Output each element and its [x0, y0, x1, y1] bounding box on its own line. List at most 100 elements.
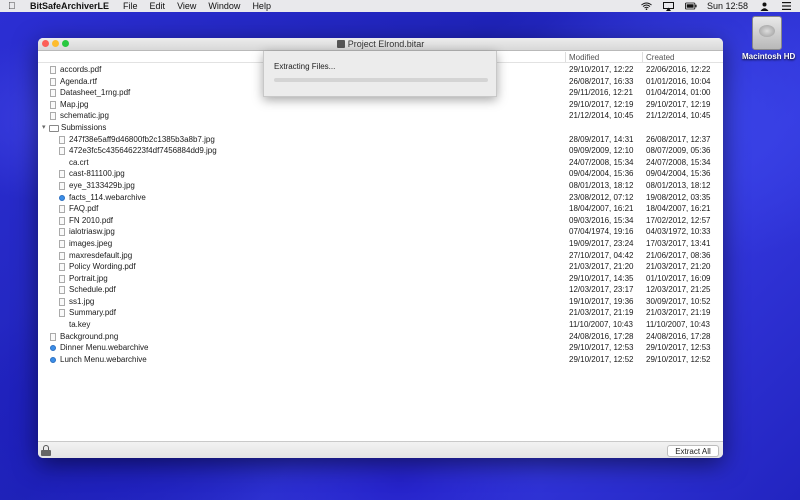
file-name: FN 2010.pdf — [69, 215, 114, 225]
file-row[interactable]: 247f38e5aff9d46800fb2c1385b3a8b7.jpg 28/0… — [38, 134, 723, 146]
desktop-hd[interactable]: Macintosh HD — [742, 16, 796, 61]
file-created: 08/01/2013, 18:12 — [646, 180, 711, 190]
file-modified: 24/08/2016, 17:28 — [569, 331, 634, 341]
archive-window: Project Elrond.bitar Modified Created ac… — [38, 38, 723, 458]
user-icon[interactable] — [758, 2, 770, 11]
file-icon — [59, 321, 65, 329]
menu-clock[interactable]: Sun 12:58 — [707, 1, 748, 11]
file-created: 19/08/2012, 03:35 — [646, 192, 711, 202]
apple-menu-icon[interactable]:  — [8, 1, 20, 12]
list-menu-icon[interactable] — [780, 2, 792, 11]
extract-progress-sheet: Extracting Files... — [263, 51, 497, 97]
file-row[interactable]: Policy Wording.pdf 21/03/2017, 21:20 21/03… — [38, 261, 723, 273]
file-created: 30/09/2017, 10:52 — [646, 296, 711, 306]
menu-window[interactable]: Window — [208, 1, 240, 11]
file-name: facts_114.webarchive — [69, 192, 146, 202]
file-created: 22/06/2016, 12:22 — [646, 65, 711, 74]
column-created[interactable]: Created — [646, 53, 674, 62]
file-row[interactable]: schematic.jpg 21/12/2014, 10:45 21/12/2014… — [38, 110, 723, 122]
file-row[interactable]: ss1.jpg 19/10/2017, 19:36 30/09/2017, 10:5… — [38, 296, 723, 308]
file-list[interactable]: accords.pdf 29/10/2017, 12:22 22/06/2016, … — [38, 64, 723, 365]
file-row[interactable]: Map.jpg 29/10/2017, 12:19 29/10/2017, 12:1… — [38, 99, 723, 111]
file-row[interactable]: facts_114.webarchive 23/08/2012, 07:12 19/… — [38, 192, 723, 204]
file-modified: 09/04/2004, 15:36 — [569, 169, 634, 179]
file-name: eye_3133429b.jpg — [69, 180, 135, 190]
webarchive-icon — [50, 356, 56, 363]
file-name: Background.png — [60, 331, 119, 341]
column-modified[interactable]: Modified — [569, 53, 599, 62]
file-modified: 11/10/2007, 10:43 — [569, 320, 633, 330]
minimize-button[interactable] — [52, 40, 59, 47]
file-name: maxresdefault.jpg — [69, 250, 133, 260]
file-created: 01/10/2017, 16:09 — [646, 273, 711, 283]
file-modified: 29/10/2017, 12:22 — [569, 65, 634, 74]
file-modified: 29/11/2016, 12:21 — [569, 88, 633, 98]
battery-icon[interactable] — [684, 2, 697, 11]
file-created: 29/10/2017, 12:53 — [646, 343, 711, 353]
folder-row[interactable]: ▾ Submissions — [38, 122, 723, 134]
bottom-bar: Extract All — [38, 441, 723, 458]
file-row[interactable]: 472e3fc5c435646223f4df7456884dd9.jpg 09/0… — [38, 145, 723, 157]
menu-file[interactable]: File — [123, 1, 138, 11]
file-row[interactable]: FN 2010.pdf 09/03/2016, 15:34 17/02/2012, … — [38, 215, 723, 227]
file-row[interactable]: cast-811100.jpg 09/04/2004, 15:36 09/04/20… — [38, 168, 723, 180]
file-row[interactable]: maxresdefault.jpg 27/10/2017, 04:42 21/06/… — [38, 250, 723, 262]
file-created: 29/10/2017, 12:19 — [646, 99, 711, 109]
file-row[interactable]: ialotriasw.jpg 07/04/1974, 19:16 04/03/197… — [38, 226, 723, 238]
menu-edit[interactable]: Edit — [150, 1, 166, 11]
file-name: ss1.jpg — [69, 296, 95, 306]
title-bar[interactable]: Project Elrond.bitar — [38, 38, 723, 51]
column-separator[interactable] — [565, 52, 566, 62]
column-separator[interactable] — [642, 52, 643, 62]
file-modified: 29/10/2017, 14:35 — [569, 273, 634, 283]
menu-bar:  BitSafeArchiverLE File Edit View Windo… — [0, 0, 800, 12]
file-row[interactable]: ca.crt 24/07/2008, 15:34 24/07/2008, 15:34 — [38, 157, 723, 169]
wifi-icon[interactable] — [641, 2, 653, 11]
close-button[interactable] — [42, 40, 49, 47]
file-row[interactable]: Dinner Menu.webarchive 29/10/2017, 12:53 2… — [38, 342, 723, 354]
document-icon — [336, 40, 345, 48]
file-created: 29/10/2017, 12:52 — [646, 354, 711, 364]
file-row[interactable]: Lunch Menu.webarchive 29/10/2017, 12:52 29… — [38, 354, 723, 366]
file-created: 24/07/2008, 15:34 — [646, 157, 711, 167]
file-icon — [59, 147, 65, 156]
zoom-button[interactable] — [62, 40, 69, 47]
file-row[interactable]: Summary.pdf 21/03/2017, 21:19 21/03/2017, … — [38, 307, 723, 319]
airplay-icon[interactable] — [663, 1, 675, 11]
file-row[interactable]: ta.key 11/10/2007, 10:43 11/10/2007, 10:43 — [38, 319, 723, 331]
menu-view[interactable]: View — [177, 1, 196, 11]
file-row[interactable]: images.jpeg 19/09/2017, 23:24 17/03/2017, … — [38, 238, 723, 250]
menu-help[interactable]: Help — [252, 1, 271, 11]
file-icon — [59, 274, 65, 283]
extract-all-button[interactable]: Extract All — [667, 445, 719, 457]
file-name: 247f38e5aff9d46800fb2c1385b3a8b7.jpg — [69, 134, 215, 144]
file-row[interactable]: FAQ.pdf 18/04/2007, 16:21 18/04/2007, 16:2… — [38, 203, 723, 215]
file-row[interactable]: Portrait.jpg 29/10/2017, 14:35 01/10/2017,… — [38, 273, 723, 285]
file-created: 01/04/2014, 01:00 — [646, 88, 711, 98]
file-name: Datasheet_1rng.pdf — [60, 88, 131, 98]
file-modified: 24/07/2008, 15:34 — [569, 157, 634, 167]
webarchive-icon — [59, 194, 65, 201]
file-row[interactable]: eye_3133429b.jpg 08/01/2013, 18:12 08/01/2… — [38, 180, 723, 192]
file-modified: 21/12/2014, 10:45 — [569, 111, 634, 121]
file-icon — [59, 297, 65, 306]
file-created: 21/06/2017, 08:36 — [646, 250, 711, 260]
file-modified: 19/09/2017, 23:24 — [569, 238, 634, 248]
file-modified: 21/03/2017, 21:20 — [569, 262, 634, 272]
file-name: FAQ.pdf — [69, 204, 99, 214]
file-created: 18/04/2007, 16:21 — [646, 204, 711, 214]
hd-label: Macintosh HD — [742, 52, 796, 61]
file-created: 24/08/2016, 17:28 — [646, 331, 711, 341]
file-created: 17/03/2017, 13:41 — [646, 238, 711, 248]
file-icon — [59, 181, 65, 190]
file-icon — [50, 89, 56, 98]
file-row[interactable]: Schedule.pdf 12/03/2017, 23:17 12/03/2017,… — [38, 284, 723, 296]
disclosure-triangle-icon[interactable]: ▾ — [42, 123, 48, 131]
window-title: Project Elrond.bitar — [347, 39, 425, 49]
file-modified: 09/09/2009, 12:10 — [569, 146, 634, 156]
hard-drive-icon[interactable] — [752, 16, 782, 50]
file-row[interactable]: Background.png 24/08/2016, 17:28 24/08/201… — [38, 331, 723, 343]
menu-app-name[interactable]: BitSafeArchiverLE — [30, 1, 109, 11]
file-icon — [59, 159, 65, 167]
lock-icon[interactable] — [41, 445, 51, 456]
